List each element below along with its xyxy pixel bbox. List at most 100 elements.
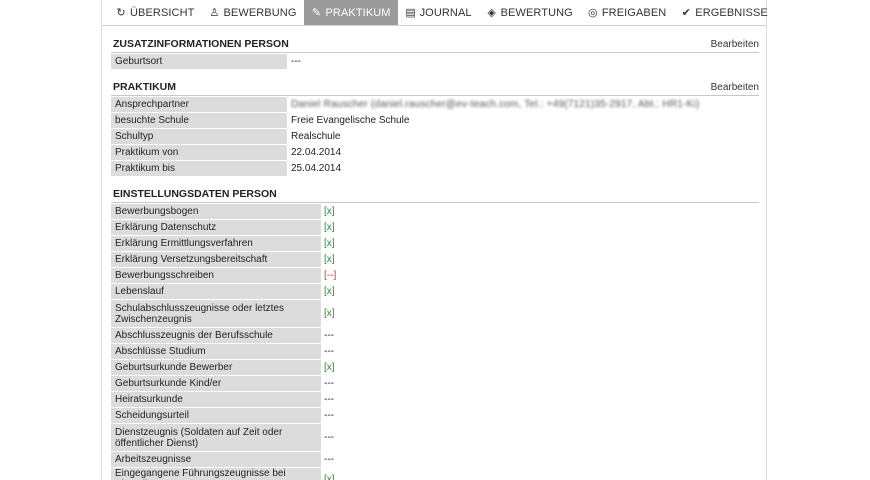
table-row: Geburtsurkunde Kind/er --- xyxy=(111,376,759,391)
row-label: Schultyp xyxy=(111,129,287,144)
table-row: Erklärung Ermittlungsverfahren [x] xyxy=(111,236,759,251)
row-label: Erklärung Datenschutz xyxy=(111,220,321,235)
row-label: Erklärung Versetzungsbereitschaft xyxy=(111,252,321,267)
tab-label: JOURNAL xyxy=(419,6,472,19)
table-row: Erklärung Versetzungsbereitschaft [x] xyxy=(111,252,759,267)
row-value: --- xyxy=(321,408,759,423)
row-label: Eingegangene Führungszeugnisse bei Einst… xyxy=(111,468,321,480)
row-value: --- xyxy=(321,344,759,359)
release-icon: ◎ xyxy=(587,7,598,19)
edit-icon: ✎ xyxy=(311,7,322,19)
table-row: Schultyp Realschule xyxy=(111,129,759,144)
row-label: Schulabschlusszeugnisse oder letztes Zwi… xyxy=(111,300,321,327)
row-value: 22.04.2014 xyxy=(287,145,759,160)
row-label: Arbeitszeugnisse xyxy=(111,452,321,467)
row-value: [x] xyxy=(321,300,759,327)
row-label: Praktikum von xyxy=(111,145,287,160)
table-row: Heiratsurkunde --- xyxy=(111,392,759,407)
praktikum-section-header: PRAKTIKUM Bearbeiten xyxy=(111,76,759,96)
table-row: Praktikum bis 25.04.2014 xyxy=(111,161,759,176)
zusatz-section-title: ZUSATZINFORMATIONEN PERSON xyxy=(113,38,289,50)
zusatz-section-header: ZUSATZINFORMATIONEN PERSON Bearbeiten xyxy=(111,33,759,53)
einstellung-section-header: EINSTELLUNGSDATEN PERSON xyxy=(111,183,759,203)
table-row: Schulabschlusszeugnisse oder letztes Zwi… xyxy=(111,300,759,327)
zusatz-edit-link[interactable]: Bearbeiten xyxy=(711,39,759,50)
table-row: Ansprechpartner Daniel Rauscher (daniel.… xyxy=(111,97,759,112)
row-value: [--] xyxy=(321,268,759,283)
row-label: Ansprechpartner xyxy=(111,97,287,112)
check-icon: ✔ xyxy=(681,7,691,19)
row-value: --- xyxy=(321,392,759,407)
row-value: [x] xyxy=(321,236,759,251)
row-value: 25.04.2014 xyxy=(287,161,759,176)
row-value: [x] xyxy=(321,360,759,375)
row-label: Erklärung Ermittlungsverfahren xyxy=(111,236,321,251)
refresh-icon: ↻ xyxy=(116,7,126,19)
row-label: besuchte Schule xyxy=(111,113,287,128)
tab-ergebnisse[interactable]: ✔ ERGEBNISSE xyxy=(673,0,775,25)
praktikum-section-title: PRAKTIKUM xyxy=(113,81,176,93)
row-value: [x] xyxy=(321,252,759,267)
row-value: --- xyxy=(321,452,759,467)
tab-bar: ↻ ÜBERSICHT ♙ BEWERBUNG ✎ PRAKTIKUM ▤ JOURNAL ◈ B… xyxy=(102,0,768,26)
table-row: besuchte Schule Freie Evangelische Schule xyxy=(111,113,759,128)
journal-icon: ▤ xyxy=(405,7,416,19)
row-value: Freie Evangelische Schule xyxy=(287,113,759,128)
zusatz-table: Geburtsort --- xyxy=(111,53,759,70)
table-row: Lebenslauf [x] xyxy=(111,284,759,299)
row-label: Abschlüsse Studium xyxy=(111,344,321,359)
tab-bewertung[interactable]: ◈ BEWERTUNG xyxy=(479,0,580,25)
einstellung-section-title: EINSTELLUNGSDATEN PERSON xyxy=(113,188,277,200)
contact-value: Daniel Rauscher (daniel.rauscher@ev-teac… xyxy=(291,99,700,110)
tab-praktikum[interactable]: ✎ PRAKTIKUM xyxy=(303,0,398,25)
table-row: Praktikum von 22.04.2014 xyxy=(111,145,759,160)
tab-journal[interactable]: ▤ JOURNAL xyxy=(398,0,479,25)
table-row: Geburtsort --- xyxy=(111,54,759,69)
praktikum-table: Ansprechpartner Daniel Rauscher (daniel.… xyxy=(111,96,759,177)
table-row: Abschlusszeugnis der Berufsschule --- xyxy=(111,328,759,343)
row-label: Geburtsort xyxy=(111,54,287,69)
einstellung-table: Bewerbungsbogen [x] Erklärung Datenschutz[… xyxy=(111,203,759,480)
table-row: Arbeitszeugnisse --- xyxy=(111,452,759,467)
row-value: Realschule xyxy=(287,129,759,144)
row-value: [x] xyxy=(321,204,759,219)
tab-label: ÜBERSICHT xyxy=(130,6,195,19)
row-label: Bewerbungsschreiben xyxy=(111,268,321,283)
tab-label: ERGEBNISSE xyxy=(695,6,768,19)
row-value: --- xyxy=(321,376,759,391)
row-label: Scheidungsurteil xyxy=(111,408,321,423)
table-row: Bewerbungsschreiben [--] xyxy=(111,268,759,283)
tab-freigaben[interactable]: ◎ FREIGABEN xyxy=(580,0,673,25)
tab-label: PRAKTIKUM xyxy=(325,6,391,19)
row-label: Geburtsurkunde Bewerber xyxy=(111,360,321,375)
tab-label: FREIGABEN xyxy=(601,6,667,19)
praktikum-edit-link[interactable]: Bearbeiten xyxy=(711,82,759,93)
table-row: Abschlüsse Studium --- xyxy=(111,344,759,359)
tab-label: BEWERTUNG xyxy=(500,6,573,19)
row-value: [x] xyxy=(321,468,759,480)
table-row: Eingegangene Führungszeugnisse bei Einst… xyxy=(111,468,759,480)
table-row: Geburtsurkunde Bewerber [x] xyxy=(111,360,759,375)
row-label: Abschlusszeugnis der Berufsschule xyxy=(111,328,321,343)
table-row: Dienstzeugnis (Soldaten auf Zeit oder öf… xyxy=(111,424,759,451)
row-label: Praktikum bis xyxy=(111,161,287,176)
row-label: Lebenslauf xyxy=(111,284,321,299)
row-value: --- xyxy=(321,328,759,343)
row-label: Geburtsurkunde Kind/er xyxy=(111,376,321,391)
row-value: --- xyxy=(287,54,759,69)
row-label: Bewerbungsbogen xyxy=(111,204,321,219)
main-frame: ↻ ÜBERSICHT ♙ BEWERBUNG ✎ PRAKTIKUM ▤ JOURNAL ◈ B… xyxy=(101,0,768,480)
tab-bewerbung[interactable]: ♙ BEWERBUNG xyxy=(201,0,303,25)
row-value: [x] xyxy=(321,220,759,235)
content: ZUSATZINFORMATIONEN PERSON Bearbeiten Ge… xyxy=(111,33,759,480)
table-row: Erklärung Datenschutz [x] xyxy=(111,220,759,235)
row-label: Dienstzeugnis (Soldaten auf Zeit oder öf… xyxy=(111,424,321,451)
table-row: Bewerbungsbogen [x] xyxy=(111,204,759,219)
row-label: Heiratsurkunde xyxy=(111,392,321,407)
rating-icon: ◈ xyxy=(487,7,496,19)
row-value: --- xyxy=(321,424,759,451)
row-value: [x] xyxy=(321,284,759,299)
person-icon: ♙ xyxy=(209,7,220,19)
tab-label: BEWERBUNG xyxy=(223,6,297,19)
tab-übersicht[interactable]: ↻ ÜBERSICHT xyxy=(108,0,201,25)
